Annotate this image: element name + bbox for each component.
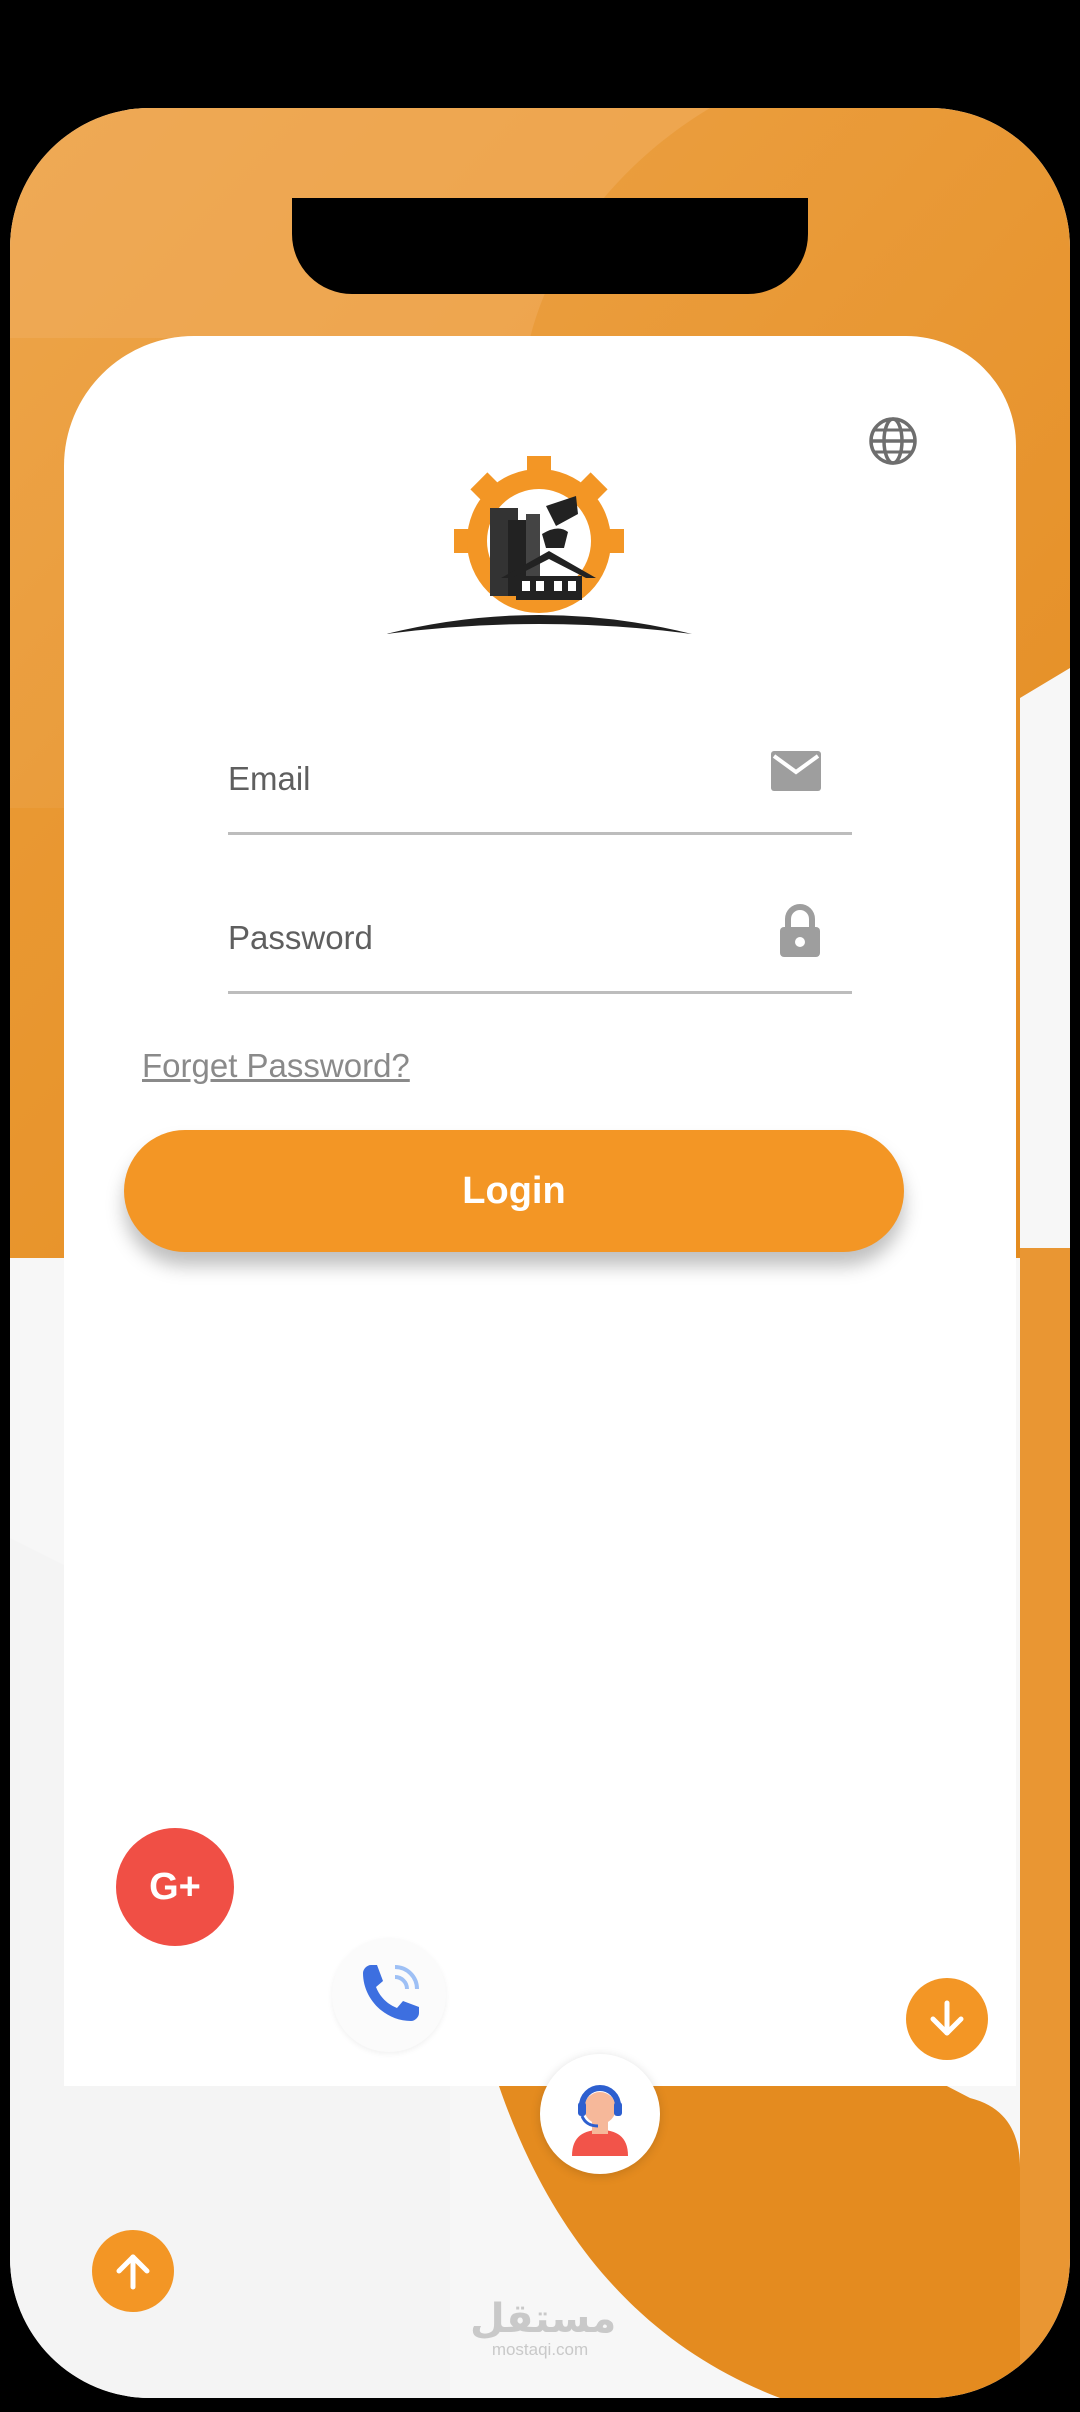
email-label: Email	[228, 760, 311, 797]
phone-call-icon	[363, 1965, 419, 2021]
call-button[interactable]	[332, 1938, 446, 2052]
scroll-down-button[interactable]	[906, 1978, 988, 2060]
arrow-up-icon	[116, 2254, 150, 2290]
watermark: مستقل mostaqi.com	[470, 2296, 617, 2360]
lock-icon	[780, 904, 820, 957]
mail-icon	[771, 751, 821, 791]
support-button[interactable]	[540, 2054, 660, 2174]
camera-notch	[292, 198, 808, 294]
app-logo	[386, 456, 692, 638]
password-field[interactable]: Password	[228, 891, 852, 994]
google-plus-button[interactable]: G+	[116, 1828, 234, 1946]
login-button[interactable]: Login	[124, 1130, 904, 1252]
forgot-password-link[interactable]: Forget Password?	[142, 1047, 410, 1085]
globe-icon	[869, 417, 917, 465]
scroll-up-button[interactable]	[92, 2230, 174, 2312]
watermark-latin: mostaqi.com	[491, 2340, 589, 2359]
password-label: Password	[228, 919, 373, 956]
watermark-arabic: مستقل	[470, 2296, 617, 2342]
email-field[interactable]: Email	[228, 732, 852, 835]
support-agent-icon	[572, 2085, 628, 2156]
google-plus-icon: G+	[149, 1865, 201, 1908]
language-button[interactable]	[866, 414, 920, 468]
arrow-down-icon	[930, 2000, 964, 2036]
